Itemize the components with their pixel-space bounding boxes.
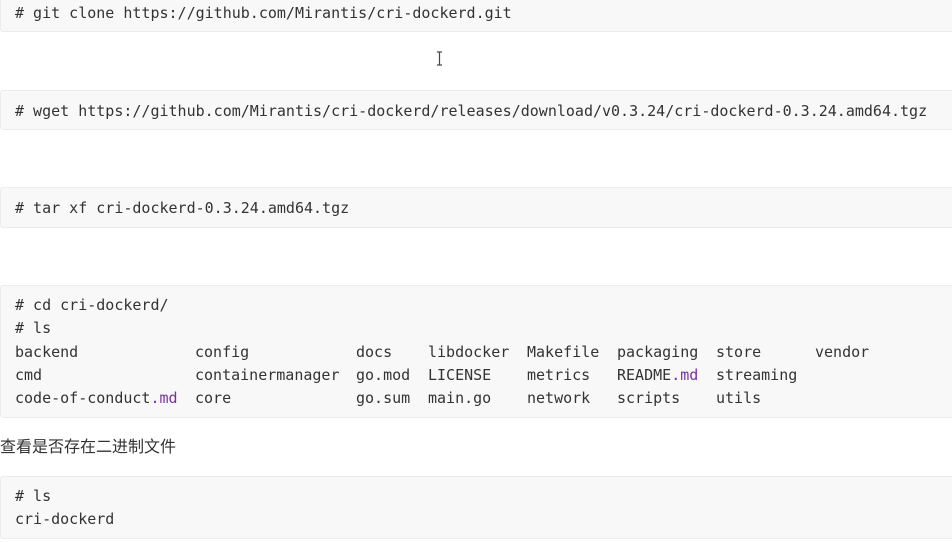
file-entry: libdocker	[428, 343, 510, 361]
file-entry: config	[195, 343, 250, 361]
file-entry: containermanager	[195, 366, 340, 384]
file-entry: streaming	[716, 366, 798, 384]
code-block-git-clone[interactable]: # git clone https://github.com/Mirantis/…	[0, 0, 952, 32]
file-entry: backend	[15, 343, 79, 361]
command-tar: # tar xf cri-dockerd-0.3.24.amd64.tgz	[15, 199, 350, 217]
file-entry: metrics	[527, 366, 591, 384]
code-block-wget[interactable]: # wget https://github.com/Mirantis/cri-d…	[0, 90, 952, 130]
file-entry-code-of-conduct: code-of-conduct.md	[15, 388, 178, 408]
code-block-check[interactable]: # ls cri-dockerd	[0, 476, 952, 539]
paragraph-check-binary: 查看是否存在二进制文件	[0, 437, 177, 456]
file-entry: Makefile	[527, 343, 600, 361]
file-entry: utils	[716, 389, 762, 407]
file-entry: cmd	[15, 366, 43, 384]
file-entry: store	[716, 343, 762, 361]
file-entry: packaging	[617, 343, 699, 361]
code-block-tar[interactable]: # tar xf cri-dockerd-0.3.24.amd64.tgz	[0, 187, 952, 228]
command-ls: # ls	[15, 319, 52, 337]
file-entry: go.mod	[356, 366, 411, 384]
file-entry: vendor	[815, 343, 870, 361]
command-git-clone: # git clone https://github.com/Mirantis/…	[15, 4, 512, 22]
command-cd: # cd cri-dockerd/	[15, 296, 169, 314]
file-entry: scripts	[617, 389, 681, 407]
output-cri-dockerd: cri-dockerd	[15, 510, 115, 528]
file-basename: README	[617, 366, 672, 384]
file-entry: docs	[356, 343, 393, 361]
file-entry-readme: README.md	[617, 365, 698, 385]
file-entry: go.sum	[356, 389, 411, 407]
text-cursor-icon	[437, 51, 442, 66]
file-entry: network	[527, 389, 591, 407]
code-block-listing[interactable]: # cd cri-dockerd/ # ls backend config do…	[0, 285, 952, 418]
file-basename: code-of-conduct	[15, 389, 151, 407]
command-wget: # wget https://github.com/Mirantis/cri-d…	[15, 102, 928, 120]
file-entry: main.go	[428, 389, 492, 407]
file-extension: .md	[150, 389, 178, 407]
file-entry: core	[195, 389, 232, 407]
file-entry: LICENSE	[428, 366, 492, 384]
file-extension: .md	[671, 366, 699, 384]
command-ls: # ls	[15, 487, 52, 505]
